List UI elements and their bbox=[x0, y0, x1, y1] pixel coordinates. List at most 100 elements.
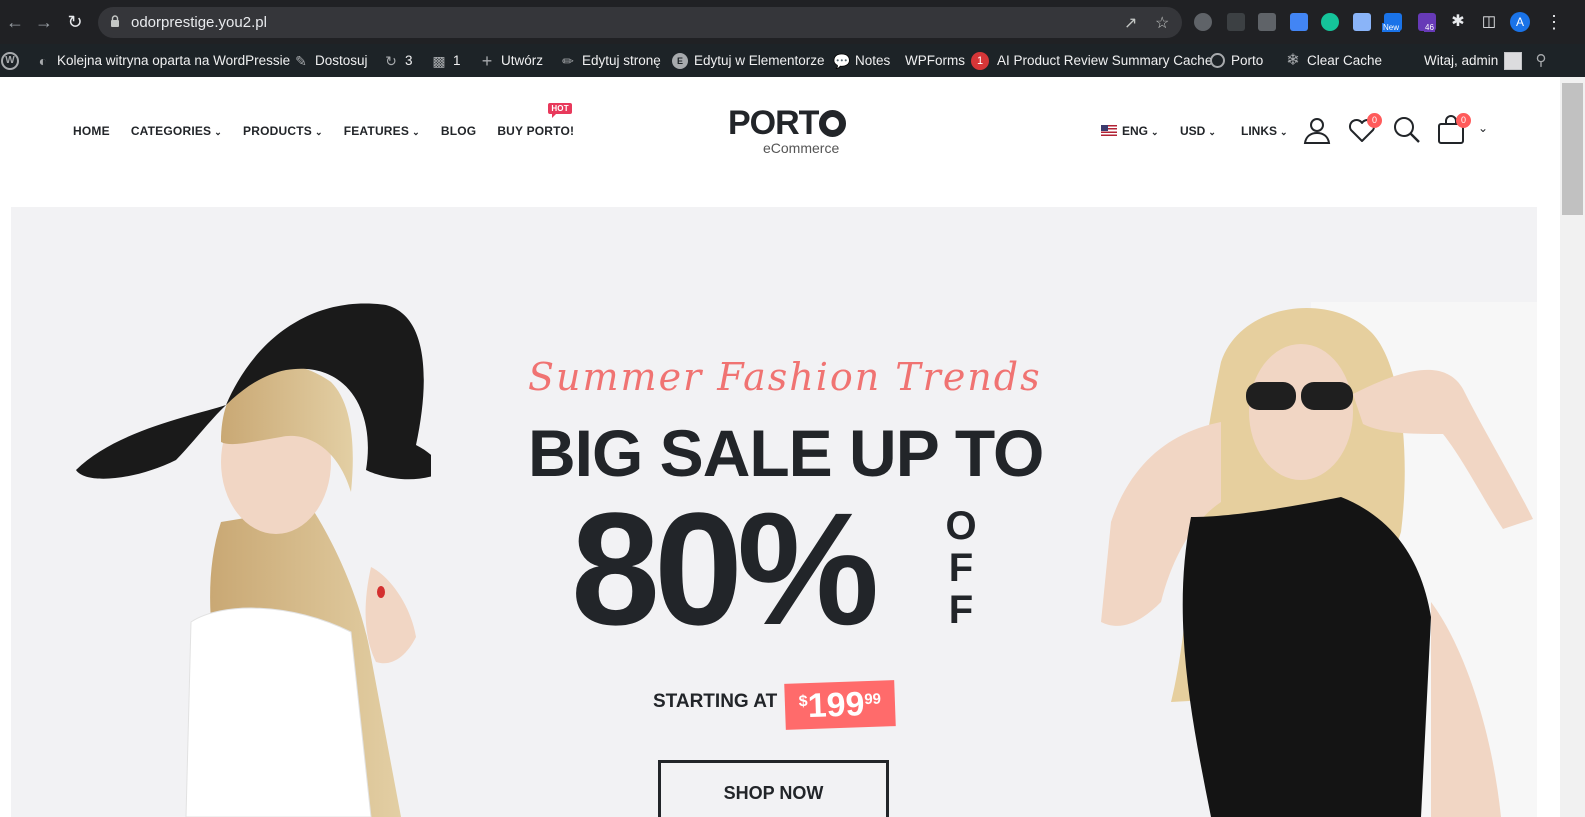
edit-elementor-label: Edytuj w Elementorze bbox=[694, 53, 825, 68]
site-logo[interactable]: PORT eCommerce bbox=[728, 104, 848, 156]
edit-elementor-item[interactable]: E Edytuj w Elementorze bbox=[672, 44, 825, 77]
links-menu[interactable]: LINKS ⌄ bbox=[1241, 124, 1288, 138]
dashboard-icon: ◐ bbox=[38, 52, 48, 69]
model-with-hat-image bbox=[76, 303, 431, 817]
recycle-extension-icon[interactable] bbox=[1227, 13, 1245, 31]
ai-cache-label: AI Product Review Summary Cache bbox=[997, 53, 1213, 68]
hero-percent: 80% bbox=[571, 479, 879, 658]
account-icon[interactable] bbox=[1302, 115, 1332, 145]
extension-count-badge: 46 bbox=[1424, 23, 1435, 32]
address-bar[interactable]: odorprestige.you2.pl ↗ ☆ bbox=[98, 7, 1182, 38]
lock-icon bbox=[111, 15, 119, 27]
notes-item[interactable]: 💬 Notes bbox=[833, 44, 890, 77]
language-switcher[interactable]: ENG ⌄ bbox=[1101, 124, 1159, 138]
nav-categories[interactable]: CATEGORIES ⌄ bbox=[131, 124, 222, 138]
nav-features[interactable]: FEATURES ⌄ bbox=[344, 124, 420, 138]
comments-count: 1 bbox=[453, 53, 461, 68]
language-label: ENG bbox=[1122, 124, 1149, 138]
search-icon: ⚲ bbox=[1535, 51, 1547, 69]
site-name-item[interactable]: ◐ Kolejna witryna oparta na WordPressie bbox=[35, 44, 290, 77]
pencil-icon: ✏ bbox=[562, 52, 574, 69]
notes-label: Notes bbox=[855, 53, 891, 68]
site-name-label: Kolejna witryna oparta na WordPressie bbox=[57, 53, 291, 68]
ai-cache-item[interactable]: AI Product Review Summary Cache bbox=[997, 44, 1212, 77]
chevron-down-icon: ⌄ bbox=[1151, 127, 1159, 137]
speech-bubble-icon: 💬 bbox=[833, 52, 851, 69]
wishlist-button[interactable]: 0 bbox=[1347, 113, 1382, 145]
my-account-item[interactable]: Witaj, admin bbox=[1424, 44, 1523, 77]
porto-item[interactable]: Porto bbox=[1210, 44, 1263, 77]
scrollbar-thumb[interactable] bbox=[1562, 83, 1583, 215]
customize-item[interactable]: ✎ Dostosuj bbox=[293, 44, 368, 77]
edit-page-label: Edytuj stronę bbox=[582, 53, 661, 68]
chevron-down-icon: ⌄ bbox=[412, 127, 420, 137]
nav-blog[interactable]: BLOG bbox=[441, 124, 476, 138]
cheetah-icon: ❄ bbox=[1286, 51, 1300, 69]
back-icon[interactable]: ← bbox=[4, 11, 26, 33]
wishlist-count-badge: 0 bbox=[1367, 113, 1382, 128]
porto-circle-icon bbox=[1210, 53, 1225, 68]
cart-button[interactable]: 0 ⌄ bbox=[1436, 113, 1492, 145]
wp-admin-bar: W ◐ Kolejna witryna oparta na WordPressi… bbox=[0, 44, 1585, 77]
create-item[interactable]: + Utwórz bbox=[479, 44, 543, 77]
camera-extension-icon[interactable] bbox=[1258, 13, 1276, 31]
sidepanel-icon[interactable]: ◫ bbox=[1478, 11, 1500, 33]
updates-item[interactable]: ↻ 3 bbox=[383, 44, 412, 77]
wpforms-item[interactable]: WPForms 1 bbox=[905, 44, 989, 77]
profile-avatar[interactable]: A bbox=[1510, 12, 1530, 32]
currency-switcher[interactable]: USD ⌄ bbox=[1180, 124, 1216, 138]
nav-blog-label: BLOG bbox=[440, 124, 477, 138]
edit-page-item[interactable]: ✏ Edytuj stronę bbox=[560, 44, 661, 77]
logo-tagline: eCommerce bbox=[763, 140, 840, 156]
wpforms-label: WPForms bbox=[905, 53, 965, 68]
comments-item[interactable]: ▩ 1 bbox=[431, 44, 461, 77]
plus-icon: + bbox=[481, 50, 493, 71]
share-icon[interactable]: ↗ bbox=[1124, 13, 1137, 33]
shop-now-button[interactable]: SHOP NOW bbox=[658, 760, 889, 817]
cart-count-badge: 0 bbox=[1456, 113, 1471, 128]
translate-extension-icon[interactable] bbox=[1194, 13, 1212, 31]
bookmark-star-icon[interactable]: ☆ bbox=[1155, 13, 1169, 33]
us-flag-icon bbox=[1101, 125, 1117, 136]
customize-label: Dostosuj bbox=[315, 53, 368, 68]
reload-icon[interactable]: ↻ bbox=[64, 11, 86, 33]
nav-categories-label: CATEGORIES bbox=[130, 124, 212, 138]
nav-products-label: PRODUCTS bbox=[243, 124, 312, 138]
page-scrollbar[interactable] bbox=[1560, 77, 1585, 817]
hero-script-title: Summer Fashion Trends bbox=[528, 355, 1042, 399]
puzzle-icon[interactable]: ✱ bbox=[1447, 11, 1469, 33]
clear-cache-item[interactable]: ❄ Clear Cache bbox=[1285, 44, 1382, 77]
kebab-menu-icon[interactable]: ⋮ bbox=[1543, 11, 1565, 33]
google-translate-icon[interactable] bbox=[1290, 13, 1308, 31]
currency-label: USD bbox=[1180, 124, 1206, 138]
new-extension-icon[interactable]: New bbox=[1382, 13, 1402, 32]
price-tag: $ 199 99 bbox=[784, 680, 896, 730]
grammarly-icon[interactable] bbox=[1321, 13, 1339, 31]
admin-search-item[interactable]: ⚲ bbox=[1533, 44, 1549, 77]
nav-home[interactable]: HOME bbox=[73, 124, 110, 138]
logo-ring-icon bbox=[819, 109, 847, 137]
updates-icon: ↻ bbox=[385, 52, 397, 69]
count-extension-icon[interactable]: 46 bbox=[1418, 13, 1436, 32]
nav-buy-porto-label: BUY PORTO! bbox=[497, 124, 575, 138]
search-icon[interactable] bbox=[1392, 115, 1422, 145]
logo-brand-text: PORT bbox=[728, 104, 819, 142]
wordpress-logo-item[interactable]: W bbox=[1, 44, 19, 77]
clipboard-extension-icon[interactable] bbox=[1353, 13, 1371, 31]
comment-icon: ▩ bbox=[432, 52, 446, 69]
links-label: LINKS bbox=[1241, 124, 1277, 138]
greeting-label: Witaj, admin bbox=[1424, 53, 1499, 68]
model-with-sunglasses-image bbox=[1101, 302, 1537, 817]
chevron-down-icon: ⌄ bbox=[1280, 127, 1288, 137]
nav-buy-porto[interactable]: BUY PORTO! HOT bbox=[497, 103, 575, 138]
forward-icon[interactable]: → bbox=[33, 11, 55, 33]
hot-badge: HOT bbox=[548, 103, 572, 118]
site-header: HOME CATEGORIES ⌄ PRODUCTS ⌄ FEATURES ⌄ BLO… bbox=[0, 77, 1560, 207]
nav-home-label: HOME bbox=[73, 124, 110, 138]
off-letter-f1: F bbox=[948, 546, 974, 590]
hero-banner: Summer Fashion Trends BIG SALE UP TO 80%… bbox=[11, 207, 1537, 817]
wpforms-count-badge: 1 bbox=[971, 51, 989, 70]
create-label: Utwórz bbox=[501, 53, 544, 68]
nav-products[interactable]: PRODUCTS ⌄ bbox=[243, 124, 323, 138]
starting-at-label: STARTING AT bbox=[653, 691, 778, 712]
